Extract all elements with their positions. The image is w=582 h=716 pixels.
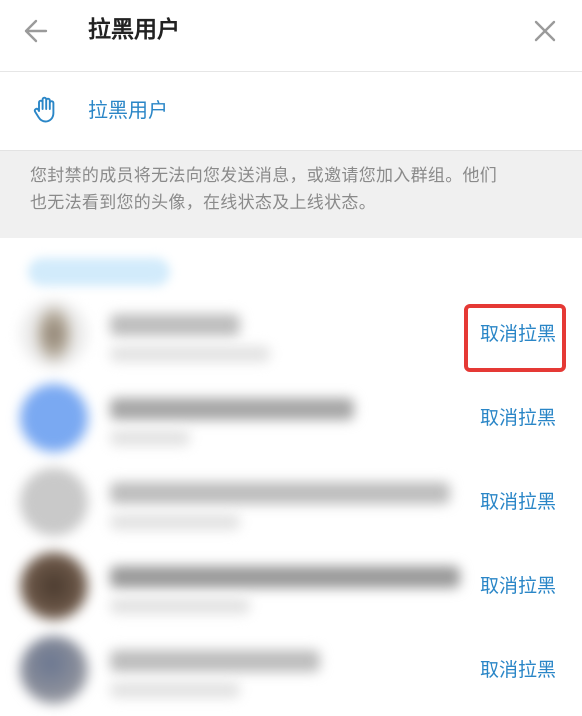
user-status-blurred xyxy=(110,682,240,698)
user-name-blurred xyxy=(110,566,460,588)
arrow-left-icon xyxy=(24,19,48,43)
user-status-blurred xyxy=(110,514,240,530)
header: 拉黑用户 xyxy=(0,0,582,72)
unblock-button[interactable]: 取消拉黑 xyxy=(480,572,556,600)
user-row: 取消拉黑 xyxy=(0,300,582,384)
page-title: 拉黑用户 xyxy=(88,17,180,43)
block-user-label: 拉黑用户 xyxy=(88,98,168,122)
user-status-blurred xyxy=(110,430,190,446)
user-name-blurred xyxy=(110,650,320,672)
user-name-blurred xyxy=(110,314,240,336)
back-button[interactable] xyxy=(20,14,54,48)
close-button[interactable] xyxy=(528,14,562,48)
info-text-line-2: 也无法看到您的头像，在线状态及上线状态。 xyxy=(30,193,376,213)
unblock-button[interactable]: 取消拉黑 xyxy=(480,656,556,684)
info-text-line-1: 您封禁的成员将无法向您发送消息，或邀请您加入群组。他们 xyxy=(30,166,498,186)
section-label-blurred xyxy=(28,258,170,286)
user-row: 取消拉黑 xyxy=(0,384,582,468)
user-status-blurred xyxy=(110,598,250,614)
user-name-blurred xyxy=(110,398,354,420)
avatar xyxy=(20,636,88,704)
user-row: 取消拉黑 xyxy=(0,468,582,552)
avatar xyxy=(20,468,88,536)
info-box: 您封禁的成员将无法向您发送消息，或邀请您加入群组。他们 也无法看到您的头像，在线… xyxy=(0,150,582,238)
avatar xyxy=(20,552,88,620)
user-row: 取消拉黑 xyxy=(0,552,582,636)
user-status-blurred xyxy=(110,346,270,362)
avatar xyxy=(20,300,88,368)
avatar xyxy=(20,384,88,452)
user-row: 取消拉黑 xyxy=(0,636,582,716)
hand-icon xyxy=(33,96,55,123)
unblock-button[interactable]: 取消拉黑 xyxy=(480,320,556,348)
close-icon xyxy=(534,20,556,42)
block-user-button[interactable]: 拉黑用户 xyxy=(0,72,582,150)
unblock-button[interactable]: 取消拉黑 xyxy=(480,404,556,432)
user-name-blurred xyxy=(110,482,450,504)
unblock-button[interactable]: 取消拉黑 xyxy=(480,488,556,516)
